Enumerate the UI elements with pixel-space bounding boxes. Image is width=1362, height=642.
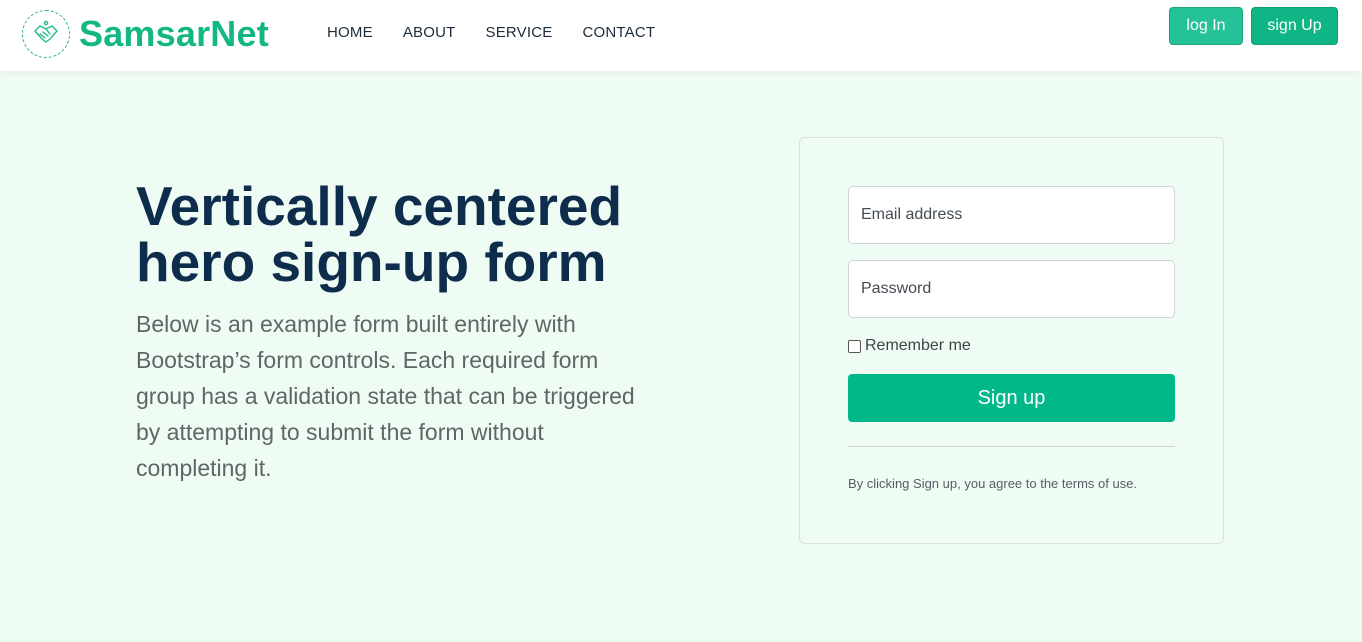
nav-link-contact[interactable]: CONTACT <box>582 24 655 42</box>
divider <box>848 446 1175 447</box>
remember-me-checkbox[interactable] <box>848 339 861 353</box>
nav-link-home[interactable]: HOME <box>327 24 373 42</box>
navbar: SamsarNet HOME ABOUT SERVICE CONTACT log… <box>0 0 1362 71</box>
handshake-icon[interactable] <box>22 10 70 58</box>
email-field[interactable]: Email address <box>848 186 1175 244</box>
signup-submit-button[interactable]: Sign up <box>848 374 1175 422</box>
header-signup-button[interactable]: sign Up <box>1251 7 1338 45</box>
hero-title: Vertically centered hero sign-up form <box>136 175 623 293</box>
remember-me-label[interactable]: Remember me <box>865 337 971 355</box>
password-field[interactable]: Password <box>848 260 1175 318</box>
login-button[interactable]: log In <box>1169 7 1243 45</box>
nav-link-service[interactable]: SERVICE <box>486 24 553 42</box>
remember-me-row[interactable]: Remember me <box>848 337 971 355</box>
password-placeholder: Password <box>861 280 932 297</box>
hero-description: Below is an example form built entirely … <box>136 311 635 481</box>
nav-link-about[interactable]: ABOUT <box>403 24 456 42</box>
main-nav: HOME ABOUT SERVICE CONTACT <box>327 24 685 42</box>
terms-text: By clicking Sign up, you agree to the te… <box>848 476 1138 491</box>
brand-name[interactable]: SamsarNet <box>79 12 269 56</box>
signup-card: Email address Password Remember me Sign … <box>799 137 1224 544</box>
handshake-icon-graphic <box>34 20 58 43</box>
email-placeholder: Email address <box>861 206 963 223</box>
